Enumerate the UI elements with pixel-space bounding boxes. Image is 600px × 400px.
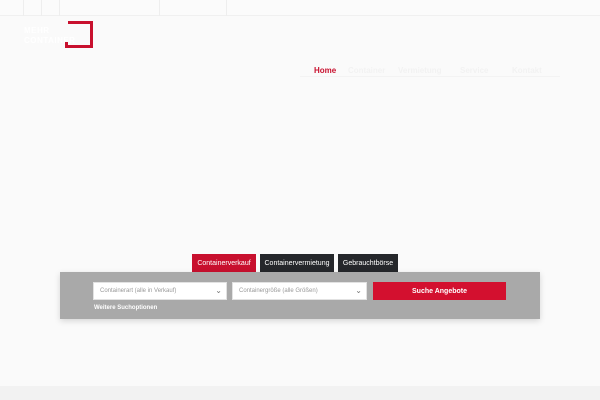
nav-item-vermietung[interactable]: Vermietung — [398, 66, 442, 75]
chevron-down-icon: ⌄ — [355, 286, 362, 295]
top-bar-cell[interactable] — [0, 0, 24, 16]
more-search-options-link[interactable]: Weitere Suchoptionen — [94, 305, 157, 311]
container-size-select[interactable]: Containergröße (alle Größen) ⌄ — [232, 282, 367, 300]
chevron-down-icon: ⌄ — [215, 286, 222, 295]
top-bar-cell[interactable] — [42, 0, 60, 16]
nav-item-home[interactable]: Home — [314, 66, 336, 75]
logo-icon[interactable] — [65, 21, 93, 48]
footer-strip — [0, 386, 600, 400]
container-size-value: Containergröße (alle Größen) — [239, 288, 318, 294]
tab-containerverkauf[interactable]: Containerverkauf — [192, 254, 256, 276]
top-bar — [0, 0, 600, 16]
top-bar-cell[interactable] — [160, 0, 227, 16]
top-bar-cell[interactable] — [24, 0, 42, 16]
nav-item-kontakt[interactable]: Kontakt — [512, 66, 542, 75]
container-type-select[interactable]: Containerart (alle in Verkauf) ⌄ — [93, 282, 227, 300]
tab-gebrauchtboerse[interactable]: Gebrauchtbörse — [338, 254, 398, 272]
search-panel: Containerart (alle in Verkauf) ⌄ Contain… — [60, 272, 540, 319]
nav-item-container[interactable]: Container — [348, 66, 385, 75]
search-offers-button[interactable]: Suche Angebote — [373, 282, 506, 300]
logo-text[interactable]: MEHR CONTAINER — [24, 26, 75, 46]
tab-containervermietung[interactable]: Containervermietung — [260, 254, 334, 272]
container-type-value: Containerart (alle in Verkauf) — [100, 288, 177, 294]
main-navigation: Home Container Vermietung Service Kontak… — [300, 66, 560, 78]
nav-divider — [300, 76, 560, 77]
nav-item-service[interactable]: Service — [460, 66, 488, 75]
top-bar-cell[interactable] — [60, 0, 160, 16]
